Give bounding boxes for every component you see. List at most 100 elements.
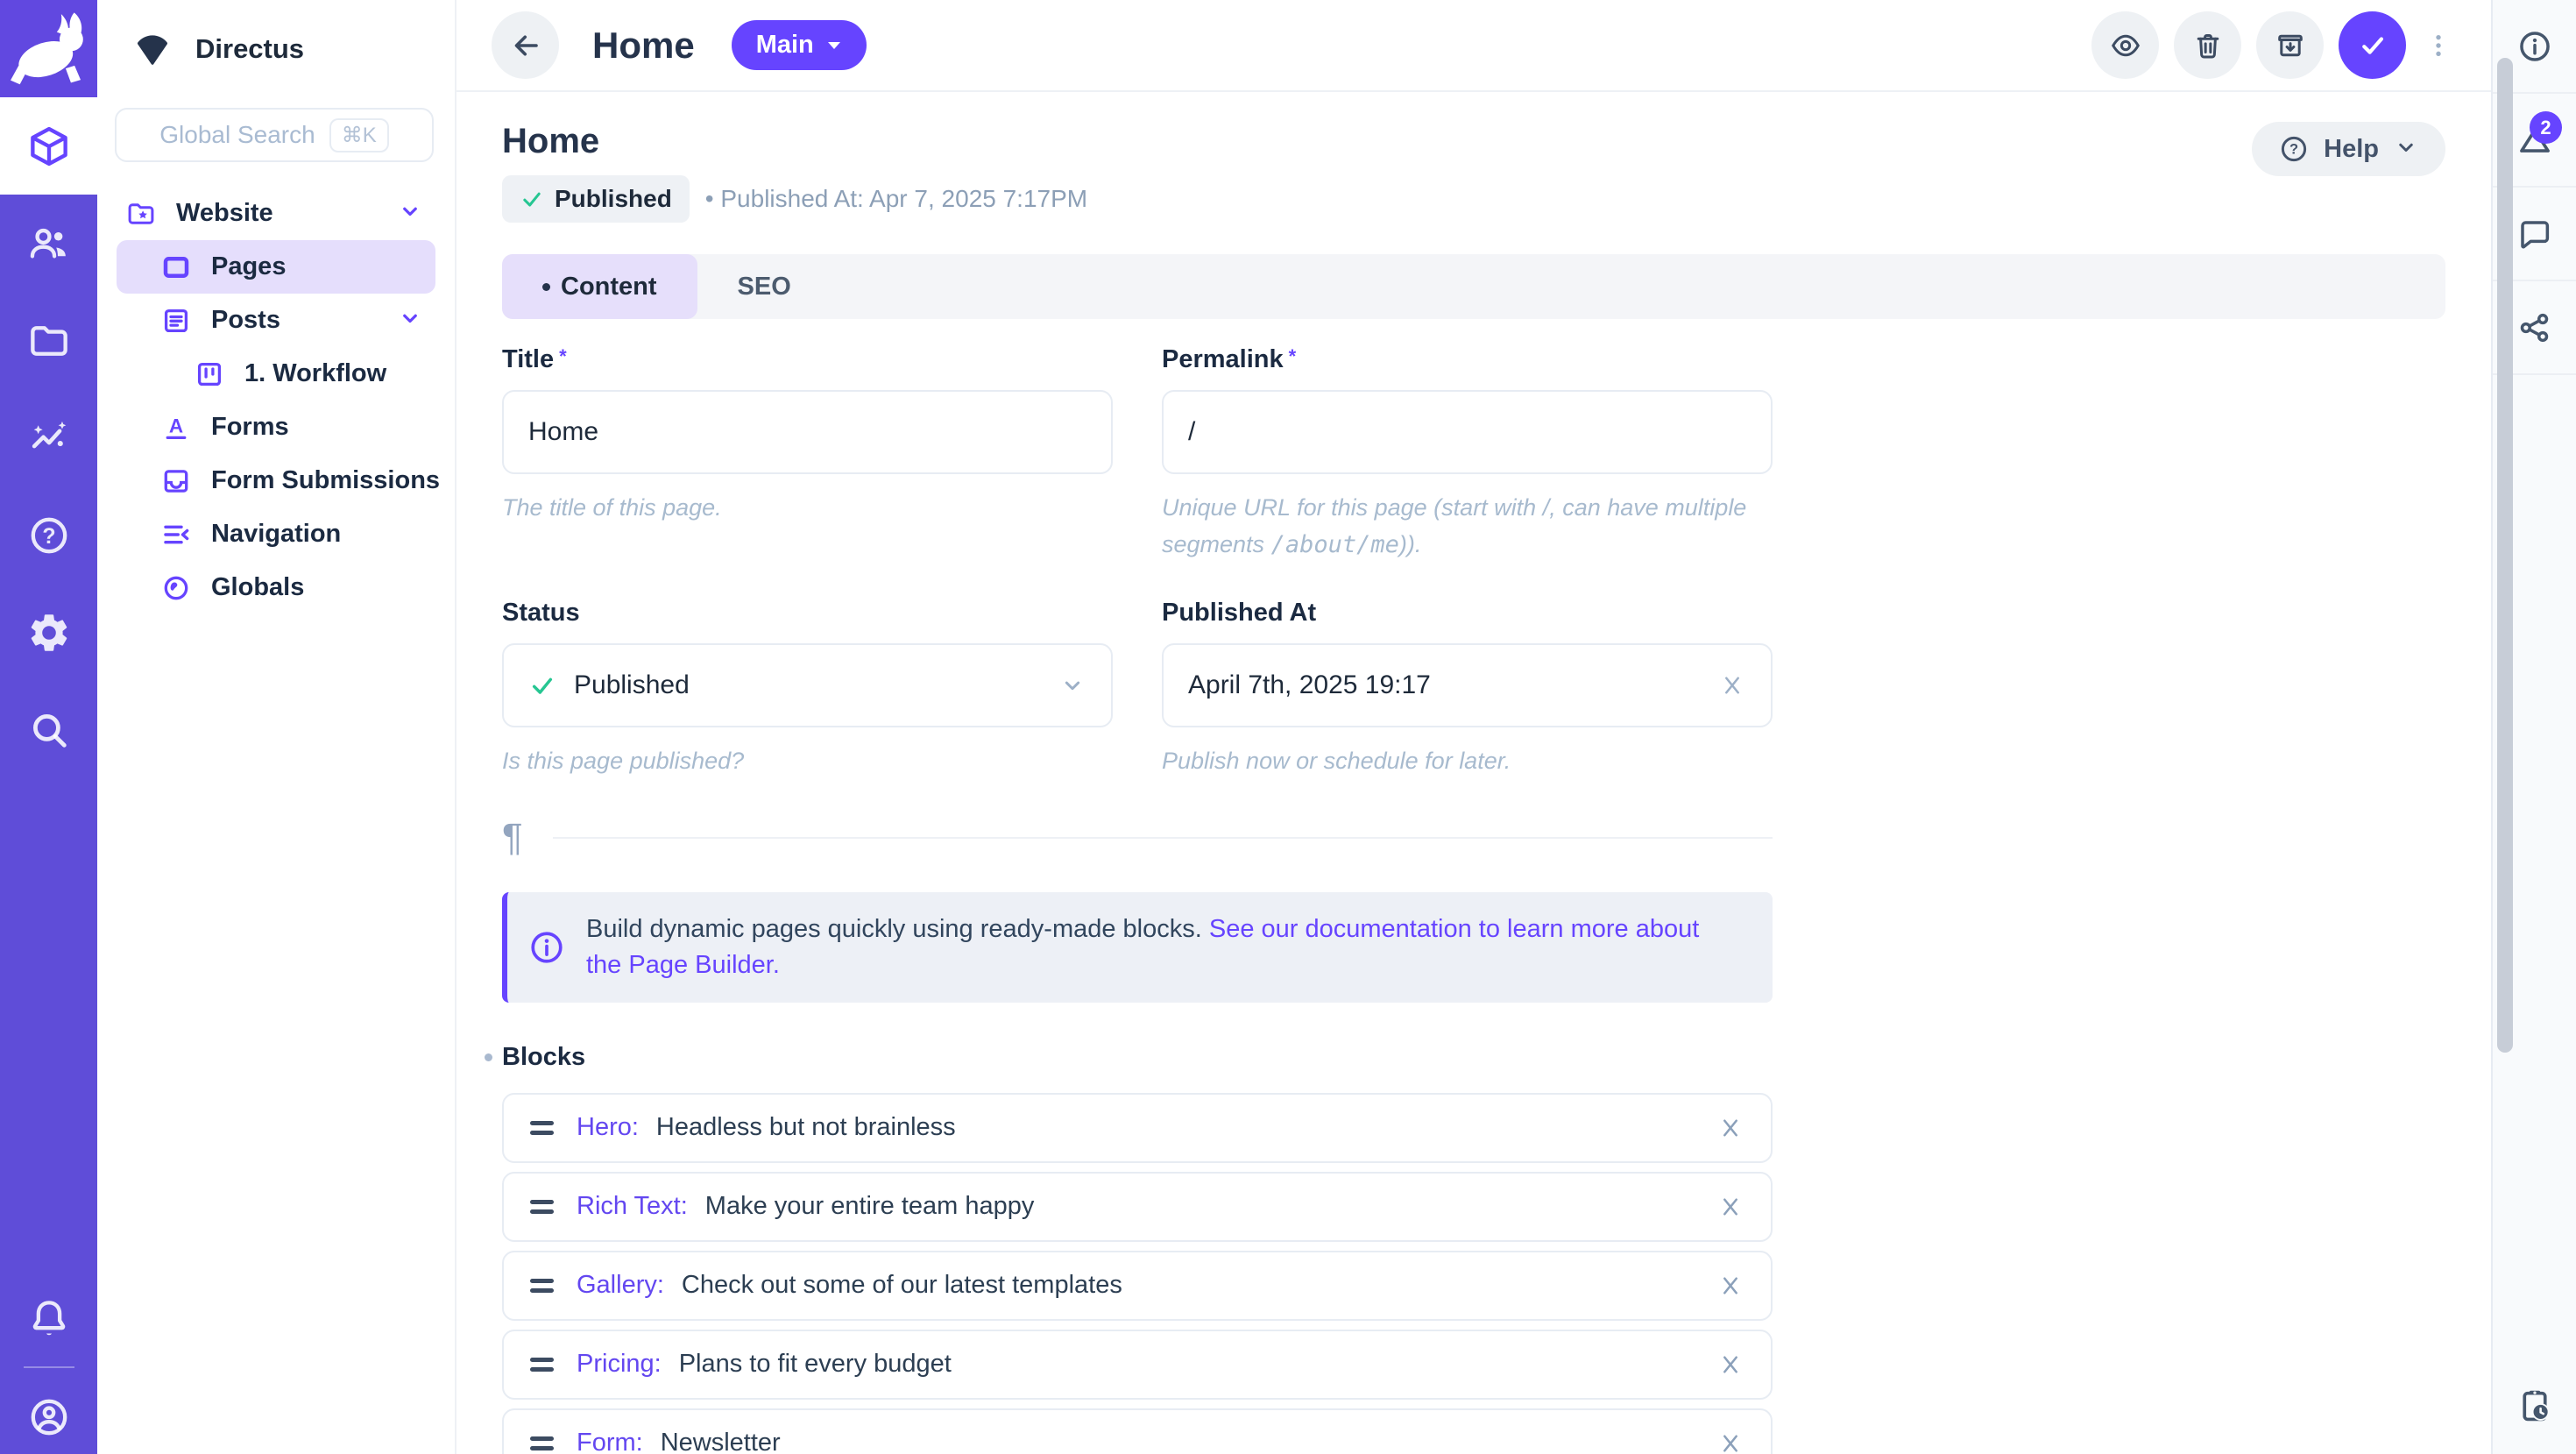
header-actions: [2091, 11, 2456, 79]
remove-block-icon[interactable]: [1716, 1114, 1744, 1142]
rabbit-logo-icon: [0, 0, 97, 97]
remove-block-icon[interactable]: [1716, 1272, 1744, 1300]
sidebar-item-label: Pages: [211, 252, 286, 281]
project-header[interactable]: Directus: [97, 0, 455, 97]
share-icon: [2516, 309, 2553, 346]
info-icon: [2516, 28, 2553, 65]
tab-seo[interactable]: SEO: [697, 254, 832, 319]
published-at-input[interactable]: April 7th, 2025 19:17: [1162, 643, 1773, 727]
block-title: Newsletter: [661, 1429, 781, 1454]
check-icon: [2357, 30, 2388, 61]
tab-label: Content: [561, 273, 657, 301]
blocks-label: Blocks: [502, 1043, 2445, 1072]
remove-block-icon[interactable]: [1716, 1193, 1744, 1221]
title-note: The title of this page.: [502, 490, 1113, 527]
info-icon: [507, 928, 586, 967]
permalink-note: Unique URL for this page (start with /, …: [1162, 490, 1773, 564]
folder-star-icon: [125, 198, 157, 230]
drag-handle-icon[interactable]: [530, 1121, 554, 1135]
block-row-rich-text[interactable]: Rich Text: Make your entire team happy: [502, 1172, 1773, 1242]
divider-line: [553, 837, 1773, 839]
sidebar-item-forms[interactable]: A Forms: [117, 401, 435, 454]
published-at-meta: • Published At: Apr 7, 2025 7:17PM: [705, 185, 1087, 213]
block-row-hero[interactable]: Hero: Headless but not brainless: [502, 1093, 1773, 1163]
archive-button[interactable]: [2256, 11, 2324, 79]
sidebar-item-form-submissions[interactable]: Form Submissions: [117, 454, 435, 507]
status-select[interactable]: Published: [502, 643, 1113, 727]
directus-logo[interactable]: [0, 0, 97, 97]
remove-block-icon[interactable]: [1716, 1351, 1744, 1379]
sidebar-item-navigation[interactable]: Navigation: [117, 507, 435, 561]
back-button[interactable]: [492, 11, 559, 79]
nav-panel: Directus Global Search ⌘K Website Pages …: [97, 0, 456, 1454]
sidebar-item-label: Navigation: [211, 520, 341, 549]
more-options-button[interactable]: [2421, 31, 2456, 60]
module-users[interactable]: [0, 195, 97, 292]
clear-x-icon[interactable]: [1718, 671, 1746, 699]
help-circle-icon: ?: [2278, 133, 2310, 165]
search-icon: [26, 707, 72, 753]
drag-handle-icon[interactable]: [530, 1358, 554, 1372]
title-value: Home: [528, 417, 598, 447]
sidebar-item-posts[interactable]: Posts: [117, 294, 435, 347]
project-name: Directus: [195, 33, 304, 65]
block-row-gallery[interactable]: Gallery: Check out some of our latest te…: [502, 1251, 1773, 1321]
sidebar-item-pages[interactable]: Pages: [117, 240, 435, 294]
tab-content[interactable]: Content: [502, 254, 697, 319]
global-search-input[interactable]: Global Search ⌘K: [115, 108, 434, 162]
sidebar-item-workflow[interactable]: 1. Workflow: [117, 347, 435, 401]
drag-handle-icon[interactable]: [530, 1436, 554, 1450]
trash-icon: [2192, 30, 2224, 61]
account-circle-icon: [26, 1394, 72, 1440]
drag-handle-icon[interactable]: [530, 1279, 554, 1293]
version-selector[interactable]: Main: [732, 20, 867, 70]
clipboard-clock-icon: [2516, 1387, 2554, 1425]
remove-block-icon[interactable]: [1716, 1429, 1744, 1454]
module-bar-divider: [24, 1366, 74, 1368]
field-permalink-label: Permalink: [1162, 345, 1284, 374]
header-title: Home: [592, 25, 695, 67]
content-header: Home Main: [456, 0, 2491, 92]
chevron-down-icon[interactable]: [397, 198, 423, 229]
vertical-scrollbar[interactable]: [2497, 58, 2513, 1053]
sidebar-item-label: Forms: [211, 413, 289, 442]
cube-icon: [26, 124, 72, 169]
tasks-sidebar-button[interactable]: [2493, 1358, 2576, 1454]
title-input[interactable]: Home: [502, 390, 1113, 474]
save-button[interactable]: [2339, 11, 2406, 79]
delete-button[interactable]: [2174, 11, 2241, 79]
permalink-input[interactable]: /: [1162, 390, 1773, 474]
tab-label: SEO: [738, 273, 791, 301]
block-type: Hero:: [577, 1113, 639, 1142]
field-status-label: Status: [502, 599, 580, 628]
sidebar-item-website[interactable]: Website: [117, 187, 435, 240]
block-type: Pricing:: [577, 1350, 662, 1379]
block-row-pricing[interactable]: Pricing: Plans to fit every budget: [502, 1330, 1773, 1400]
module-settings[interactable]: [0, 584, 97, 681]
module-files[interactable]: [0, 292, 97, 389]
block-type: Form:: [577, 1429, 643, 1454]
preview-button[interactable]: [2091, 11, 2159, 79]
module-bar: ?: [0, 0, 97, 1454]
banner-text: Build dynamic pages quickly using ready-…: [586, 911, 1725, 983]
drag-handle-icon[interactable]: [530, 1200, 554, 1214]
inbox-icon: [160, 465, 192, 497]
search-placeholder: Global Search: [159, 121, 315, 149]
status-badge: Published: [502, 175, 690, 223]
published-at-value: April 7th, 2025 19:17: [1188, 670, 1431, 700]
svg-text:?: ?: [2289, 142, 2298, 158]
letter-a-icon: A: [160, 412, 192, 443]
module-search[interactable]: [0, 681, 97, 778]
notifications-bell[interactable]: [0, 1284, 97, 1354]
module-content[interactable]: [0, 97, 97, 195]
module-insights[interactable]: [0, 389, 97, 486]
account-menu[interactable]: [0, 1380, 97, 1454]
sidebar-item-globals[interactable]: Globals: [117, 561, 435, 614]
module-help[interactable]: ?: [0, 486, 97, 584]
help-button[interactable]: ? Help: [2252, 122, 2445, 176]
comment-icon: [2516, 216, 2553, 252]
chevron-down-icon[interactable]: [397, 305, 423, 336]
block-row-form[interactable]: Form: Newsletter: [502, 1408, 1773, 1454]
article-icon: [160, 305, 192, 337]
sidebar-item-label: Posts: [211, 306, 280, 335]
